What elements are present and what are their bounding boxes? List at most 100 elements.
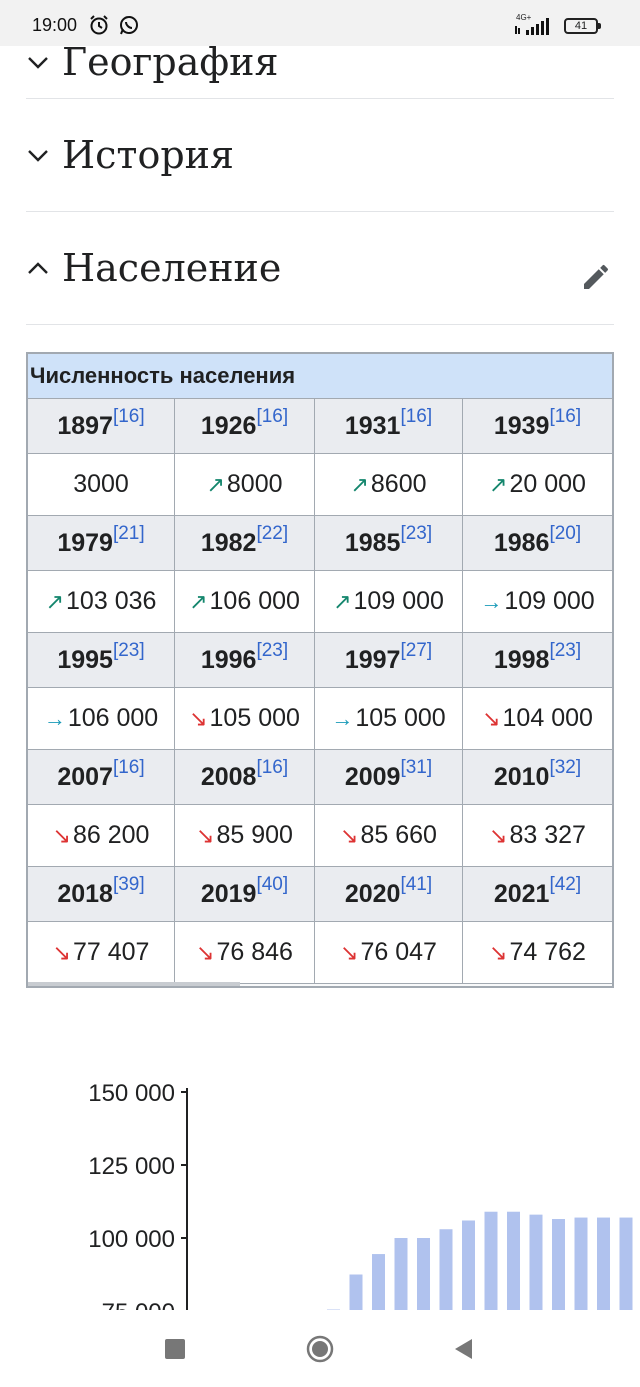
section-title: География [62, 40, 279, 84]
year-label: 1979 [57, 528, 113, 557]
year-cell: 1998 [23] [463, 633, 612, 688]
chevron-down-icon [28, 149, 48, 162]
trend-down-icon: ↘ [196, 822, 215, 848]
population-value: 76 047 [360, 938, 437, 966]
population-value: 74 762 [509, 938, 586, 966]
year-label: 2008 [200, 762, 257, 791]
year-cell: 1996 [23] [175, 633, 315, 688]
population-table: Численность населения 1897 [16] 1926 [16] 19… [26, 352, 614, 988]
reference-link[interactable]: [27] [400, 640, 432, 662]
status-time: 19:00 [32, 15, 78, 35]
population-value: 76 846 [216, 938, 293, 966]
section-title: История [62, 132, 234, 177]
population-value: 77 407 [72, 938, 150, 966]
year-cell: 1926 [16] [175, 399, 315, 454]
edit-pencil-icon[interactable] [580, 261, 612, 293]
population-value-cell: ↗ 103 036 [28, 571, 175, 633]
population-value-cell: ↘ 76 047 [315, 922, 463, 984]
year-label: 1926 [200, 411, 257, 440]
section-population[interactable]: Население [26, 211, 614, 325]
reference-link[interactable]: [22] [256, 523, 288, 545]
population-value: 86 200 [72, 821, 150, 849]
year-cell: 2021 [42] [463, 867, 612, 922]
reference-link[interactable]: [23] [400, 523, 432, 545]
population-value: 85 900 [216, 821, 293, 849]
reference-link[interactable]: [23] [113, 640, 145, 662]
population-value: 85 660 [360, 821, 437, 849]
chart-bar [372, 1254, 385, 1312]
home-button[interactable] [306, 1335, 334, 1363]
population-value-cell: ↗ 8000 [175, 454, 315, 516]
year-label: 1995 [57, 645, 113, 674]
chart-svg: 150 000125 000100 00075 000 [88, 1080, 633, 1312]
reference-link[interactable]: [31] [400, 757, 432, 779]
year-cell: 2019 [40] [175, 867, 315, 922]
reference-link[interactable]: [23] [549, 640, 581, 662]
reference-link[interactable]: [32] [549, 757, 581, 779]
horizontal-scrollbar[interactable] [28, 982, 240, 986]
year-label: 1997 [344, 645, 401, 674]
year-label: 1982 [200, 528, 257, 557]
y-tick-label: 150 000 [88, 1080, 175, 1107]
reference-link[interactable]: [16] [256, 757, 288, 779]
year-label: 1939 [493, 411, 550, 440]
section-history[interactable]: История [26, 98, 614, 212]
chart-bar [439, 1229, 453, 1312]
population-value-cell: 3000 [28, 454, 175, 516]
signal-icon [514, 16, 554, 40]
population-value-cell: ↘ 104 000 [463, 688, 612, 750]
chevron-up-icon [28, 261, 48, 274]
year-label: 2009 [344, 762, 401, 791]
reference-link[interactable]: [16] [256, 406, 288, 428]
population-value: 105 000 [209, 704, 300, 732]
trend-down-icon: ↘ [482, 705, 501, 731]
reference-link[interactable]: [42] [549, 874, 581, 896]
year-label: 1931 [344, 411, 401, 440]
battery-indicator: 41 [564, 18, 601, 34]
population-value-cell: → 105 000 [315, 688, 463, 750]
year-cell: 1939 [16] [463, 399, 612, 454]
reference-link[interactable]: [39] [113, 874, 145, 896]
table-grid: 1897 [16] 1926 [16] 1931 [16] 1939 [16] 3000 ↗ 800… [28, 399, 612, 984]
population-value-cell: ↘ 105 000 [175, 688, 315, 750]
population-value-cell: ↘ 85 660 [315, 805, 463, 867]
population-value: 3000 [73, 470, 129, 498]
population-value: 106 000 [67, 704, 159, 732]
trend-down-icon: ↘ [189, 705, 208, 731]
population-value: 105 000 [355, 704, 446, 732]
year-label: 2007 [57, 762, 113, 791]
year-label: 1998 [493, 645, 550, 674]
year-cell: 1897 [16] [28, 399, 175, 454]
population-value-cell: ↘ 86 200 [28, 805, 175, 867]
reference-link[interactable]: [16] [400, 406, 432, 428]
year-label: 1985 [344, 528, 401, 557]
year-cell: 1982 [22] [175, 516, 315, 571]
population-value-cell: ↘ 77 407 [28, 922, 175, 984]
chart-bar [484, 1211, 498, 1312]
year-cell: 1995 [23] [28, 633, 175, 688]
trend-up-icon: ↗ [206, 471, 225, 497]
whatsapp-icon [118, 14, 140, 41]
year-cell: 2007 [16] [28, 750, 175, 805]
chart-bar [597, 1217, 610, 1312]
trend-down-icon: ↘ [340, 939, 359, 965]
trend-up-icon: ↗ [333, 588, 352, 614]
back-button[interactable] [452, 1337, 474, 1361]
reference-link[interactable]: [20] [549, 523, 581, 545]
population-value: 20 000 [509, 470, 586, 498]
chevron-down-icon [28, 57, 48, 69]
population-value: 109 000 [353, 587, 444, 615]
reference-link[interactable]: [16] [113, 757, 145, 779]
reference-link[interactable]: [23] [256, 640, 288, 662]
recent-apps-button[interactable] [165, 1339, 185, 1359]
reference-link[interactable]: [16] [549, 406, 581, 428]
year-label: 1996 [200, 645, 257, 674]
reference-link[interactable]: [41] [400, 874, 432, 896]
year-label: 1897 [57, 411, 113, 440]
reference-link[interactable]: [16] [113, 406, 145, 428]
population-value-cell: ↘ 76 846 [175, 922, 315, 984]
reference-link[interactable]: [40] [256, 874, 288, 896]
trend-down-icon: ↘ [52, 822, 71, 848]
chart-bar [574, 1217, 588, 1312]
reference-link[interactable]: [21] [113, 523, 145, 545]
